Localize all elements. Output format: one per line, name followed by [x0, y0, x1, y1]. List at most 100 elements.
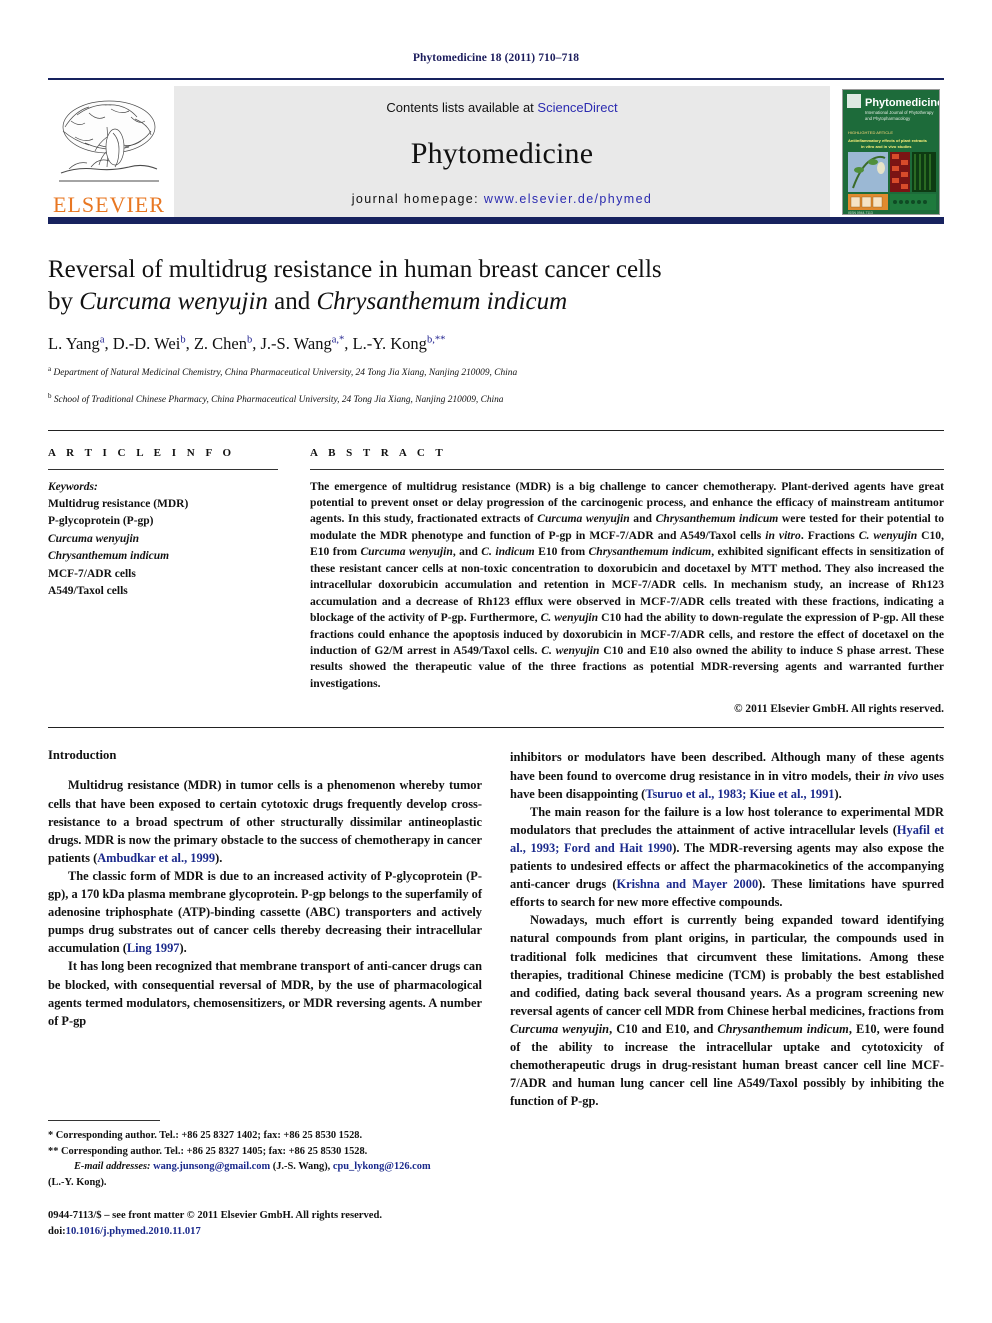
- email-link-2[interactable]: cpu_lykong@126.com: [333, 1161, 431, 1172]
- abstract-italic: C. wenyujin: [541, 644, 600, 658]
- body-left-column: Introduction Multidrug resistance (MDR) …: [48, 748, 482, 1110]
- abstract-seg: and: [629, 512, 656, 526]
- paragraph: Multidrug resistance (MDR) in tumor cell…: [48, 776, 482, 867]
- doi-label: doi:: [48, 1226, 66, 1238]
- keyword-item: Curcuma wenyujin: [48, 532, 140, 545]
- footnote-corresponding-2: ** Corresponding author. Tel.: +86 25 83…: [48, 1145, 368, 1157]
- article-info-heading: A R T I C L E I N F O: [48, 446, 236, 459]
- footnote-emails: E-mail addresses: wang.junsong@gmail.com…: [48, 1159, 482, 1175]
- abstract-italic: Curcuma wenyujin: [360, 545, 453, 559]
- paragraph: The classic form of MDR is due to an inc…: [48, 867, 482, 958]
- page-title: Reversal of multidrug resistance in huma…: [48, 254, 944, 317]
- masthead-bottom-rule: [48, 217, 944, 224]
- paragraph-seg: , C10 and E10, and: [609, 1022, 718, 1037]
- author-affil-marker: b,**: [426, 334, 446, 346]
- citation-link[interactable]: Ambudkar et al., 1999: [97, 851, 215, 865]
- journal-cover-thumbnail: Phytomedicine International Journal of P…: [842, 89, 940, 215]
- title-block: Reversal of multidrug resistance in huma…: [48, 254, 944, 408]
- paragraph-seg: ).: [215, 850, 223, 865]
- abstract-rule: [310, 468, 944, 470]
- paragraph-seg: The main reason for the failure is a low…: [510, 804, 944, 837]
- elsevier-wordmark: ELSEVIER: [53, 192, 165, 217]
- svg-text:and Phytopharmacology: and Phytopharmacology: [865, 116, 911, 121]
- paragraph-seg: Nowadays, much effort is currently being…: [510, 913, 944, 1018]
- journal-masthead: ELSEVIER Contents lists available at Sci…: [48, 78, 944, 224]
- paragraph: The main reason for the failure is a low…: [510, 803, 944, 912]
- svg-text:Phytomedicine: Phytomedicine: [865, 97, 940, 109]
- citation-link[interactable]: Tsuruo et al., 1983; Kiue et al., 1991: [645, 787, 834, 801]
- abstract-italic: Curcuma wenyujin: [537, 512, 630, 526]
- paragraph-seg: inhibitors or modulators have been descr…: [510, 750, 944, 783]
- paragraph: It has long been recognized that membran…: [48, 959, 482, 1028]
- contents-available-line: Contents lists available at ScienceDirec…: [386, 100, 617, 115]
- article-page: Phytomedicine 18 (2011) 710–718 ELSEVIER…: [0, 0, 992, 1323]
- imprint-block: 0944-7113/$ – see front matter © 2011 El…: [48, 1208, 482, 1240]
- affiliation-a: a Department of Natural Medicinal Chemis…: [48, 364, 944, 381]
- paragraph-italic: Curcuma wenyujin: [510, 1022, 610, 1037]
- paragraph-seg: The classic form of MDR is due to an inc…: [48, 868, 482, 956]
- doi-link[interactable]: 10.1016/j.phymed.2010.11.017: [66, 1226, 201, 1237]
- paragraph-seg: ).: [834, 786, 842, 801]
- affiliation-b: b School of Traditional Chinese Pharmacy…: [48, 391, 944, 408]
- svg-text:HIGHLIGHTED ARTICLE: HIGHLIGHTED ARTICLE: [848, 130, 893, 135]
- paragraph-seg: ).: [179, 941, 187, 956]
- keyword-item: P-glycoprotein (P-gp): [48, 515, 154, 528]
- imprint-line: 0944-7113/$ – see front matter © 2011 El…: [48, 1210, 383, 1222]
- abstract-text: The emergence of multidrug resistance (M…: [310, 479, 944, 693]
- homepage-prefix: journal homepage:: [351, 192, 484, 206]
- author-affil-marker: a,*: [331, 334, 345, 346]
- abstract-italic: C. wenyujin: [858, 528, 918, 542]
- abstract-heading: A B S T R A C T: [310, 446, 447, 459]
- footnote-block: * Corresponding author. Tel.: +86 25 832…: [48, 1120, 482, 1240]
- elsevier-tree-icon: [59, 100, 159, 182]
- journal-homepage-line: journal homepage: www.elsevier.de/phymed: [352, 192, 653, 206]
- svg-text:Antiinflammatory effects of pl: Antiinflammatory effects of plant extrac…: [848, 138, 928, 143]
- abstract-italic: in vitro: [765, 528, 801, 542]
- citation-link[interactable]: Krishna and Mayer 2000: [617, 877, 759, 891]
- author-affil-marker: b: [180, 334, 186, 346]
- journal-title: Phytomedicine: [410, 136, 594, 170]
- title-species-2: Chrysanthemum indicum: [316, 287, 568, 315]
- doi-line: doi:10.1016/j.phymed.2010.11.017: [48, 1224, 482, 1240]
- body-two-columns: Introduction Multidrug resistance (MDR) …: [48, 748, 944, 1110]
- contents-prefix: Contents lists available at: [386, 100, 538, 115]
- journal-homepage-link[interactable]: www.elsevier.de/phymed: [484, 192, 652, 206]
- affiliation-b-text: School of Traditional Chinese Pharmacy, …: [53, 394, 504, 405]
- svg-text:ISSN 0944-7113: ISSN 0944-7113: [848, 211, 873, 215]
- footnote-corresponding-1: * Corresponding author. Tel.: +86 25 832…: [48, 1130, 363, 1141]
- title-line-2-prefix: by: [48, 287, 80, 315]
- svg-text:in vitro and in vivo studies: in vitro and in vivo studies: [861, 144, 912, 149]
- publisher-logo: ELSEVIER: [48, 86, 170, 218]
- journal-cover-cell: Phytomedicine International Journal of P…: [838, 86, 944, 218]
- paragraph-italic: Chrysanthemum indicum: [717, 1022, 849, 1037]
- paragraph: inhibitors or modulators have been descr…: [510, 748, 944, 802]
- author-affil-marker: a: [99, 334, 105, 346]
- keyword-item: Chrysanthemum indicum: [48, 550, 170, 563]
- abstract-seg: . Fractions: [800, 528, 859, 542]
- info-abstract-bottom-rule: [48, 727, 944, 729]
- running-head: Phytomedicine 18 (2011) 710–718: [412, 52, 580, 64]
- abstract-italic: C. indicum: [481, 545, 535, 559]
- abstract-italic: Chrysanthemum indicum: [655, 512, 779, 526]
- footnote-email-owner-2: (L.-Y. Kong).: [48, 1176, 107, 1188]
- keyword-item: A549/Taxol cells: [48, 585, 128, 598]
- abstract-italic: Chrysanthemum indicum: [588, 545, 712, 559]
- cover-art: Phytomedicine International Journal of P…: [843, 90, 940, 215]
- title-line-1: Reversal of multidrug resistance in huma…: [48, 256, 662, 283]
- sciencedirect-link[interactable]: ScienceDirect: [537, 100, 617, 115]
- citation-link[interactable]: Ling 1997: [127, 941, 180, 955]
- article-info-column: A R T I C L E I N F O Keywords: Multidru…: [48, 447, 296, 716]
- affiliation-a-text: Department of Natural Medicinal Chemistr…: [53, 368, 518, 379]
- title-species-1: Curcuma wenyujin: [79, 287, 268, 315]
- footnote-rule: [48, 1120, 160, 1121]
- info-abstract-panel: A R T I C L E I N F O Keywords: Multidru…: [48, 429, 944, 716]
- abstract-italic: C. wenyujin: [540, 611, 599, 625]
- email-link-1[interactable]: wang.junsong@gmail.com: [153, 1161, 270, 1172]
- abstract-copyright: © 2011 Elsevier GmbH. All rights reserve…: [734, 703, 944, 716]
- author-affil-marker: b: [246, 334, 253, 346]
- keyword-item: MCF-7/ADR cells: [48, 567, 136, 580]
- affil-marker-b: b: [48, 391, 52, 400]
- paragraph: Nowadays, much effort is currently being…: [510, 911, 944, 1110]
- email-owner-1: (J.-S. Wang),: [270, 1161, 333, 1173]
- svg-text:International Journal of Phyto: International Journal of Phytotherapy: [865, 110, 934, 115]
